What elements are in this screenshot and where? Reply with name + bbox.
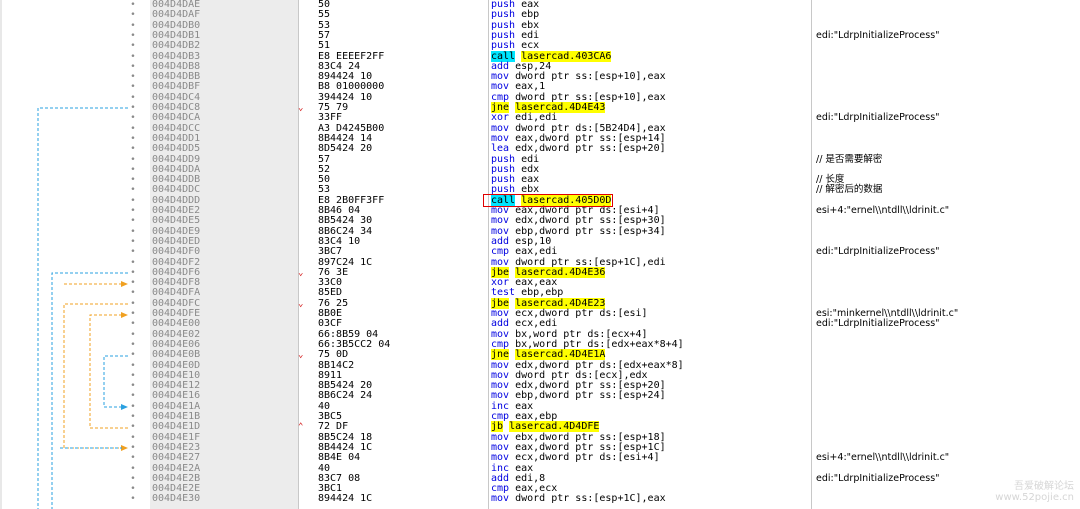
breakpoint-dot[interactable]: • [128,227,138,237]
breakpoint-dot[interactable]: • [128,268,138,278]
breakpoint-dot[interactable]: • [128,52,138,62]
operands: ebp,dword ptr ss:[esp+24] [515,390,666,402]
opcode-bytes: 8B4E 04 [318,452,361,464]
opcode-bytes: 51 [318,40,331,52]
address: 004D4E0B [152,349,201,361]
opcode-bytes: 75 0D [318,349,349,361]
comment: // 解密后的数据 [816,184,883,196]
breakpoint-dot[interactable]: • [128,41,138,51]
jump-up-icon: ⌃ [298,422,304,433]
breakpoint-dot[interactable]: • [128,453,138,463]
breakpoint-dot[interactable]: • [128,185,138,195]
breakpoint-dot[interactable]: • [128,391,138,401]
breakpoint-dot[interactable]: • [128,124,138,134]
watermark-line2: www.52pojie.cn [995,492,1074,503]
operands: ecx,dword ptr ds:[esi+4] [515,452,660,464]
breakpoint-dot[interactable]: • [128,144,138,154]
mnemonic: mov [491,256,510,268]
watermark: 吾爱破解论坛 www.52pojie.cn [995,481,1074,503]
breakpoint-dot[interactable]: • [128,237,138,247]
mnemonic: test [491,287,516,299]
breakpoint-dot[interactable]: • [128,361,138,371]
breakpoint-dot[interactable]: • [128,299,138,309]
mnemonic: mov [491,493,510,505]
instruction: lea edx,dword ptr ss:[esp+20] [491,144,666,154]
breakpoint-dot[interactable]: • [128,288,138,298]
instruction-row[interactable]: • 004D4E27 8B4E 04 mov ecx,dword ptr ds:[es… [0,452,1080,464]
breakpoint-dot[interactable]: • [128,62,138,72]
breakpoint-dot[interactable]: • [128,216,138,226]
comment: edi:"LdrpInitializeProcess" [816,318,940,330]
breakpoint-dot[interactable]: • [128,484,138,494]
breakpoint-dot[interactable]: • [128,0,138,10]
breakpoint-dot[interactable]: • [128,247,138,257]
breakpoint-dot[interactable]: • [128,31,138,41]
breakpoint-dot[interactable]: • [128,350,138,360]
jump-down-icon: ⌄ [298,350,304,361]
watermark-line1: 吾爱破解论坛 [1014,481,1074,492]
breakpoint-dot[interactable]: • [128,371,138,381]
address: 004D4DD5 [152,143,201,155]
breakpoint-dot[interactable]: • [128,381,138,391]
breakpoint-dot[interactable]: • [128,93,138,103]
breakpoint-dot[interactable]: • [128,175,138,185]
instruction: push ecx [491,41,539,51]
operands: ebp,ebp [521,287,564,299]
operands: dword ptr ss:[esp+1C],edi [515,256,666,268]
breakpoint-dot[interactable]: • [128,340,138,350]
instruction: mov dword ptr ss:[esp+1C],eax [491,494,666,504]
breakpoint-dot[interactable]: • [128,443,138,453]
jump-down-icon: ⌄ [298,298,304,309]
jump-down-icon: ⌄ [298,267,304,278]
comment: esi+4:"ernel\\ntdll\\ldrinit.c" [816,205,950,216]
instruction-row[interactable]: • 004D4E30 894424 1C mov dword ptr ss:[esp+… [0,493,1080,505]
breakpoint-dot[interactable]: • [128,72,138,82]
address: 004D4DF0 [152,246,201,258]
comment: // 是否需要解密 [816,153,883,165]
breakpoint-dot[interactable]: • [128,21,138,31]
comment: edi:"LdrpInitializeProcess" [816,246,940,258]
breakpoint-dot[interactable]: • [128,278,138,288]
breakpoint-dot[interactable]: • [128,494,138,504]
breakpoint-dot[interactable]: • [128,464,138,474]
breakpoint-dot[interactable]: • [128,402,138,412]
breakpoint-dot[interactable]: • [128,82,138,92]
address: 004D4E27 [152,452,201,464]
comment: esi+4:"ernel\\ntdll\\ldrinit.c" [816,452,950,464]
highlight-box [483,194,613,207]
operands: dword ptr ss:[esp+1C],eax [515,493,666,505]
breakpoint-dot[interactable]: • [128,103,138,113]
breakpoint-dot[interactable]: • [128,330,138,340]
instruction-row[interactable]: • 004D4DB2 51 push ecx [0,40,1080,52]
breakpoint-dot[interactable]: • [128,113,138,123]
breakpoint-dot[interactable]: • [128,433,138,443]
comment: edi:"LdrpInitializeProcess" [816,472,940,484]
breakpoint-dot[interactable]: • [128,319,138,329]
breakpoint-dot[interactable]: • [128,10,138,20]
opcode-bytes: 3BC7 [318,246,343,258]
breakpoint-dot[interactable]: • [128,474,138,484]
breakpoint-dot[interactable]: • [128,196,138,206]
breakpoint-dot[interactable]: • [128,422,138,432]
address: 004D4E30 [152,493,201,505]
breakpoint-dot[interactable]: • [128,206,138,216]
jump-down-icon: ⌄ [298,103,304,113]
breakpoint-dot[interactable]: • [128,412,138,422]
address: 004D4DB2 [152,40,201,52]
disassembly-view[interactable]: • 004D4DAE 50 push eax • 004D4DAF 55 push ebp • 0… [0,0,1080,509]
operands: ecx [521,40,540,52]
breakpoint-dot[interactable]: • [128,258,138,268]
opcode-bytes: 8D5424 20 [318,143,373,155]
breakpoint-dot[interactable]: • [128,134,138,144]
instruction-row[interactable]: • 004D4DD5 8D5424 20 lea edx,dword ptr ss:[… [0,143,1080,155]
opcode-bytes: 894424 1C [318,493,373,505]
comment: edi:"LdrpInitializeProcess" [816,112,940,124]
breakpoint-dot[interactable]: • [128,155,138,165]
breakpoint-dot[interactable]: • [128,309,138,319]
mnemonic: push [491,40,516,52]
breakpoint-dot[interactable]: • [128,165,138,175]
comment: edi:"LdrpInitializeProcess" [816,29,940,41]
